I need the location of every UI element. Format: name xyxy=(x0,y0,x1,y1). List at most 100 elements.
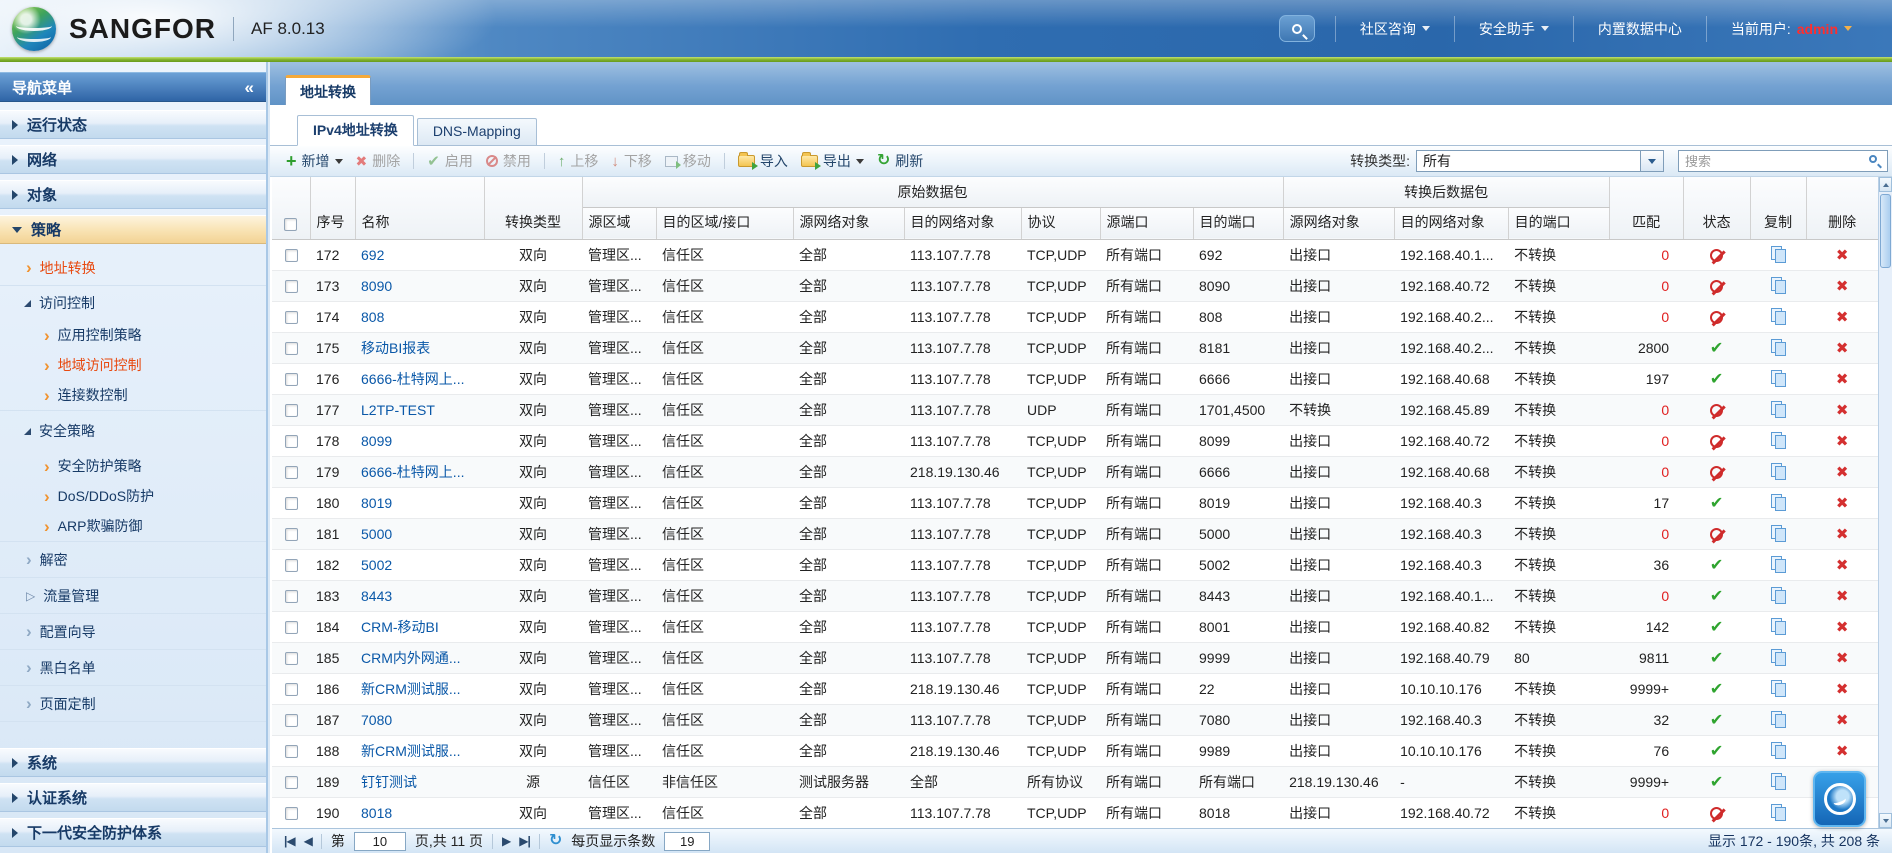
sidebar-item-decryption[interactable]: › 解密 xyxy=(0,542,266,578)
sidebar-section-policy[interactable]: 策略 xyxy=(0,215,266,244)
row-checkbox[interactable] xyxy=(284,528,298,542)
sidebar-group-security-policy[interactable]: 安全策略 xyxy=(0,411,266,451)
sidebar-item-geo-access-control[interactable]: › 地域访问控制 xyxy=(0,350,266,380)
rule-name-link[interactable]: CRM内外网通... xyxy=(361,650,461,666)
copy-icon[interactable] xyxy=(1770,556,1787,574)
sidebar-section-network[interactable]: 网络 xyxy=(0,145,266,174)
scrollbar-thumb[interactable] xyxy=(1880,194,1891,268)
menu-security-assistant[interactable]: 安全助手 xyxy=(1453,15,1573,42)
rule-name-link[interactable]: 7080 xyxy=(361,712,392,728)
row-checkbox[interactable] xyxy=(284,683,298,697)
copy-icon[interactable] xyxy=(1770,649,1787,667)
rule-name-link[interactable]: 6666-杜特网上... xyxy=(361,371,464,387)
delete-icon[interactable]: ✖ xyxy=(1836,619,1849,636)
delete-button[interactable]: ✖ 删除 xyxy=(356,151,401,171)
prev-page-button[interactable]: ◀ xyxy=(304,835,313,847)
row-checkbox[interactable] xyxy=(284,404,298,418)
rule-name-link[interactable]: 5002 xyxy=(361,557,392,573)
tab-address-translation[interactable]: 地址转换 xyxy=(285,75,371,105)
row-checkbox[interactable] xyxy=(284,652,298,666)
copy-icon[interactable] xyxy=(1770,773,1787,791)
copy-icon[interactable] xyxy=(1770,246,1787,264)
rule-name-link[interactable]: 808 xyxy=(361,309,384,325)
enable-button[interactable]: ✔ 启用 xyxy=(427,151,473,171)
sidebar-item-app-control[interactable]: › 应用控制策略 xyxy=(0,320,266,350)
copy-icon[interactable] xyxy=(1770,432,1787,450)
sidebar-item-connection-control[interactable]: › 连接数控制 xyxy=(0,380,266,410)
sidebar-item-config-wizard[interactable]: › 配置向导 xyxy=(0,614,266,650)
global-search-button[interactable] xyxy=(1278,15,1315,42)
menu-data-center[interactable]: 内置数据中心 xyxy=(1572,15,1706,42)
export-button[interactable]: 导出 xyxy=(800,151,864,171)
rule-name-link[interactable]: L2TP-TEST xyxy=(361,402,435,418)
row-checkbox[interactable] xyxy=(284,497,298,511)
sidebar-collapse-button[interactable]: « xyxy=(245,79,254,96)
subtab-ipv4-nat[interactable]: IPv4地址转换 xyxy=(297,115,414,146)
sidebar-section-system[interactable]: 系统 xyxy=(0,748,266,777)
copy-icon[interactable] xyxy=(1770,277,1787,295)
next-page-button[interactable]: ▶ xyxy=(502,835,511,847)
first-page-button[interactable]: |◀ xyxy=(284,835,296,847)
rule-name-link[interactable]: 移动BI报表 xyxy=(361,340,430,356)
move-up-button[interactable]: ↑ 上移 xyxy=(558,151,599,171)
delete-icon[interactable]: ✖ xyxy=(1836,278,1849,295)
delete-icon[interactable]: ✖ xyxy=(1836,309,1849,326)
delete-icon[interactable]: ✖ xyxy=(1836,743,1849,760)
assistant-float-button[interactable] xyxy=(1813,771,1866,827)
move-button[interactable]: 移动 xyxy=(664,151,711,171)
sidebar-item-dos-ddos[interactable]: › DoS/DDoS防护 xyxy=(0,481,266,511)
copy-icon[interactable] xyxy=(1770,742,1787,760)
row-checkbox[interactable] xyxy=(284,466,298,480)
move-down-button[interactable]: ↓ 下移 xyxy=(611,151,652,171)
scroll-up-button[interactable] xyxy=(1879,177,1892,192)
delete-icon[interactable]: ✖ xyxy=(1836,433,1849,450)
copy-icon[interactable] xyxy=(1770,711,1787,729)
rule-name-link[interactable]: 8443 xyxy=(361,588,392,604)
delete-icon[interactable]: ✖ xyxy=(1836,712,1849,729)
sidebar-item-arp-defense[interactable]: › ARP欺骗防御 xyxy=(0,511,266,541)
row-checkbox[interactable] xyxy=(284,249,298,263)
rule-name-link[interactable]: 6666-杜特网上... xyxy=(361,464,464,480)
copy-icon[interactable] xyxy=(1770,401,1787,419)
copy-icon[interactable] xyxy=(1770,494,1787,512)
row-checkbox[interactable] xyxy=(284,373,298,387)
row-checkbox[interactable] xyxy=(284,776,298,790)
refresh-button[interactable]: ↻ 刷新 xyxy=(877,151,923,171)
search-input[interactable] xyxy=(1679,152,1861,170)
copy-icon[interactable] xyxy=(1770,339,1787,357)
rule-name-link[interactable]: 8099 xyxy=(361,433,392,449)
rule-name-link[interactable]: 新CRM测试服... xyxy=(361,681,461,697)
row-checkbox[interactable] xyxy=(284,435,298,449)
row-checkbox[interactable] xyxy=(284,311,298,325)
copy-icon[interactable] xyxy=(1770,680,1787,698)
rule-name-link[interactable]: 8019 xyxy=(361,495,392,511)
sidebar-item-page-customization[interactable]: › 页面定制 xyxy=(0,686,266,722)
delete-icon[interactable]: ✖ xyxy=(1836,588,1849,605)
sidebar-item-address-translation[interactable]: › 地址转换 xyxy=(0,250,266,286)
sidebar-group-access-control[interactable]: 访问控制 xyxy=(0,286,266,320)
row-checkbox[interactable] xyxy=(284,621,298,635)
import-button[interactable]: 导入 xyxy=(737,151,788,171)
sidebar-item-security-protection[interactable]: › 安全防护策略 xyxy=(0,451,266,481)
copy-icon[interactable] xyxy=(1770,804,1787,822)
translation-type-select[interactable]: 所有 xyxy=(1416,150,1641,172)
row-checkbox[interactable] xyxy=(284,745,298,759)
select-dropdown-button[interactable] xyxy=(1641,150,1664,172)
delete-icon[interactable]: ✖ xyxy=(1836,340,1849,357)
delete-icon[interactable]: ✖ xyxy=(1836,681,1849,698)
sidebar-section-auth-system[interactable]: 认证系统 xyxy=(0,783,266,812)
refresh-icon[interactable]: ↻ xyxy=(549,833,562,849)
current-user-menu[interactable]: 当前用户: admin xyxy=(1705,15,1876,42)
delete-icon[interactable]: ✖ xyxy=(1836,464,1849,481)
select-all-checkbox[interactable] xyxy=(284,218,298,232)
magnifier-icon[interactable] xyxy=(1869,155,1877,163)
copy-icon[interactable] xyxy=(1770,463,1787,481)
rule-name-link[interactable]: CRM-移动BI xyxy=(361,619,439,635)
row-checkbox[interactable] xyxy=(284,559,298,573)
delete-icon[interactable]: ✖ xyxy=(1836,402,1849,419)
copy-icon[interactable] xyxy=(1770,587,1787,605)
rule-name-link[interactable]: 8018 xyxy=(361,805,392,821)
scroll-down-button[interactable] xyxy=(1879,813,1892,828)
row-checkbox[interactable] xyxy=(284,714,298,728)
subtab-dns-mapping[interactable]: DNS-Mapping xyxy=(416,118,537,145)
